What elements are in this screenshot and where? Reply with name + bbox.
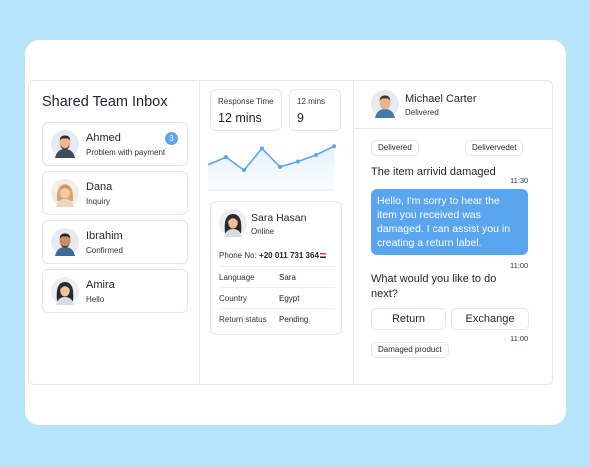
- chat-contact-status: Delivered: [405, 108, 439, 117]
- row-key: Language: [219, 273, 255, 282]
- contact-preview: Inquiry: [86, 197, 111, 206]
- contact-preview: Confirmed: [86, 246, 123, 255]
- avatar-amira-icon: [51, 277, 79, 305]
- question-message: What would you like to do next?: [371, 273, 497, 300]
- stat-label: Response Time: [218, 97, 274, 106]
- profile-status: Online: [251, 227, 275, 236]
- unread-badge: 3: [165, 132, 178, 145]
- response-trend-chart: [208, 144, 336, 191]
- contact-preview: Problem with payment: [86, 148, 166, 157]
- avatar-michael-icon: [371, 90, 399, 118]
- avatar-ibrahim-icon: [51, 228, 79, 256]
- contact-item-ibrahim[interactable]: Ibrahim Confirmed: [42, 220, 188, 264]
- exchange-button[interactable]: Exchange: [451, 308, 529, 330]
- profile-row-return-status: Return status Pending: [219, 308, 335, 329]
- avatar-dana-icon: [51, 179, 79, 207]
- avatar-ahmed-icon: [51, 130, 79, 158]
- profile-row-language: Language Sara: [219, 266, 335, 287]
- delivered-pill: Delivered: [371, 140, 419, 156]
- message-time: 11:30: [510, 176, 529, 185]
- agent-reply-bubble: Hello, I'm sorry to hear the item you re…: [371, 189, 528, 255]
- egypt-flag-icon: [319, 253, 326, 259]
- chat-header: Michael Carter Delivered: [354, 81, 552, 129]
- contact-name: Ahmed: [86, 132, 121, 144]
- damaged-product-tag[interactable]: Damaged product: [371, 342, 449, 358]
- contact-preview: Hello: [86, 295, 105, 304]
- chart-point: [260, 146, 264, 151]
- phone-number: +20 011 731 364: [259, 251, 319, 260]
- profile-phone: Phone No: +20 011 731 364: [219, 251, 326, 260]
- phone-label: Phone No:: [219, 251, 257, 260]
- chart-point: [314, 152, 318, 157]
- row-key: Country: [219, 294, 248, 303]
- chart-point: [224, 155, 228, 160]
- avatar-sara-icon: [219, 209, 247, 237]
- delivered-pill-secondary: Delivervedet: [465, 140, 524, 156]
- app-window: Shared Team Inbox Ahmed Problem with pay…: [28, 80, 553, 385]
- message-time: 11:00: [510, 261, 529, 270]
- contact-item-dana[interactable]: Dana Inquiry: [42, 171, 188, 215]
- customer-profile-card: Sara Hasan Online Phone No: +20 011 731 …: [210, 201, 342, 335]
- chart-point: [242, 168, 246, 173]
- stats-column: Response Time 12 mins 12 mins 9 Sara Has…: [200, 81, 354, 384]
- row-value: Pending: [279, 315, 309, 324]
- incoming-message: The item arrivid damaged: [371, 166, 496, 178]
- secondary-stat-card: 12 mins 9: [289, 89, 341, 131]
- contact-name: Amira: [86, 279, 115, 291]
- message-time: 11:00: [510, 334, 529, 343]
- contact-item-ahmed[interactable]: Ahmed Problem with payment 3: [42, 122, 188, 166]
- chat-contact-name: Michael Carter: [405, 93, 477, 105]
- chart-point: [278, 164, 282, 169]
- row-key: Return status: [219, 315, 267, 324]
- row-value: Sara: [279, 273, 296, 282]
- chart-area: [208, 146, 334, 191]
- contact-name: Dana: [86, 181, 113, 193]
- inbox-title: Shared Team Inbox: [42, 94, 168, 110]
- stat-label: 12 mins: [297, 97, 326, 106]
- stat-value: 9: [297, 111, 304, 125]
- contact-item-amira[interactable]: Amira Hello: [42, 269, 188, 313]
- profile-row-country: Country Egypt: [219, 287, 335, 308]
- response-time-card: Response Time 12 mins: [210, 89, 282, 131]
- chart-point: [332, 144, 336, 149]
- stat-value: 12 mins: [218, 111, 262, 125]
- contact-name: Ibrahim: [86, 230, 123, 242]
- inbox-column: Shared Team Inbox Ahmed Problem with pay…: [29, 81, 200, 384]
- row-value: Egypt: [279, 294, 300, 303]
- profile-name: Sara Hasan: [251, 212, 307, 224]
- return-button[interactable]: Return: [371, 308, 446, 330]
- chart-point: [296, 159, 300, 164]
- chat-column: Michael Carter Delivered Delivered Deliv…: [354, 81, 552, 384]
